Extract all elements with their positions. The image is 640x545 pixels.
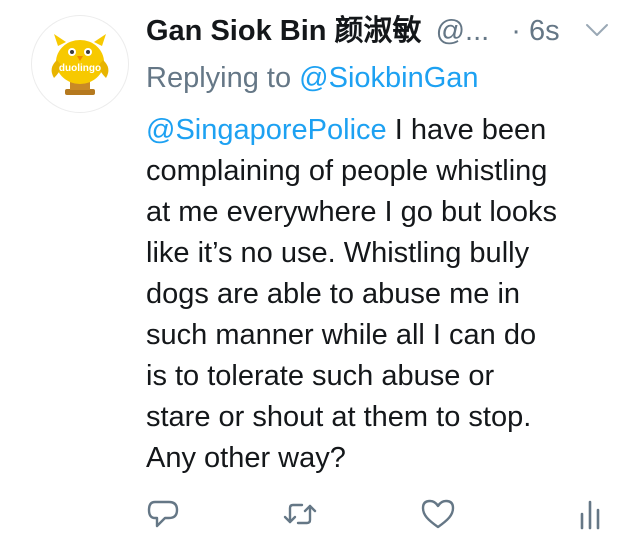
tweet-line: at me everywhere I go but looks bbox=[146, 196, 558, 228]
display-name[interactable]: Gan Siok Bin 颜淑敏 bbox=[146, 15, 422, 47]
reply-icon[interactable] bbox=[145, 496, 181, 532]
user-handle[interactable]: @... bbox=[436, 15, 490, 47]
replying-to-line: Replying to @SiokbinGan bbox=[146, 58, 479, 98]
like-icon[interactable] bbox=[420, 496, 456, 532]
timestamp[interactable]: 6s bbox=[529, 15, 560, 47]
tweet-line: dogs are able to abuse me in bbox=[146, 278, 521, 310]
analytics-icon[interactable] bbox=[572, 496, 608, 532]
tweet-line: I have been bbox=[394, 114, 547, 146]
tweet: duolingo Gan Siok Bin 颜淑敏 @... · 6s Repl… bbox=[0, 0, 640, 545]
chevron-down-icon[interactable] bbox=[584, 20, 610, 40]
tweet-line: such manner while all I can do bbox=[146, 319, 537, 351]
avatar[interactable]: duolingo bbox=[32, 16, 128, 112]
duolingo-owl-icon: duolingo bbox=[51, 34, 109, 95]
avatar-logo-text: duolingo bbox=[59, 63, 101, 74]
replying-prefix: Replying to bbox=[146, 62, 292, 94]
tweet-line: stare or shout at them to stop. bbox=[146, 401, 532, 433]
mention-link[interactable]: @SingaporePolice bbox=[146, 114, 387, 146]
tweet-text: @SingaporePolice I have been complaining… bbox=[146, 110, 626, 479]
replying-to-link[interactable]: @SiokbinGan bbox=[299, 62, 478, 94]
time-separator: · bbox=[511, 15, 521, 47]
tweet-line: complaining of people whistling bbox=[146, 155, 548, 187]
retweet-icon[interactable] bbox=[282, 496, 318, 532]
tweet-line: like it’s no use. Whistling bully bbox=[146, 237, 530, 269]
tweet-line: is to tolerate such abuse or bbox=[146, 360, 495, 392]
tweet-header: Gan Siok Bin 颜淑敏 @... · 6s bbox=[146, 8, 616, 54]
tweet-line: Any other way? bbox=[146, 442, 346, 474]
